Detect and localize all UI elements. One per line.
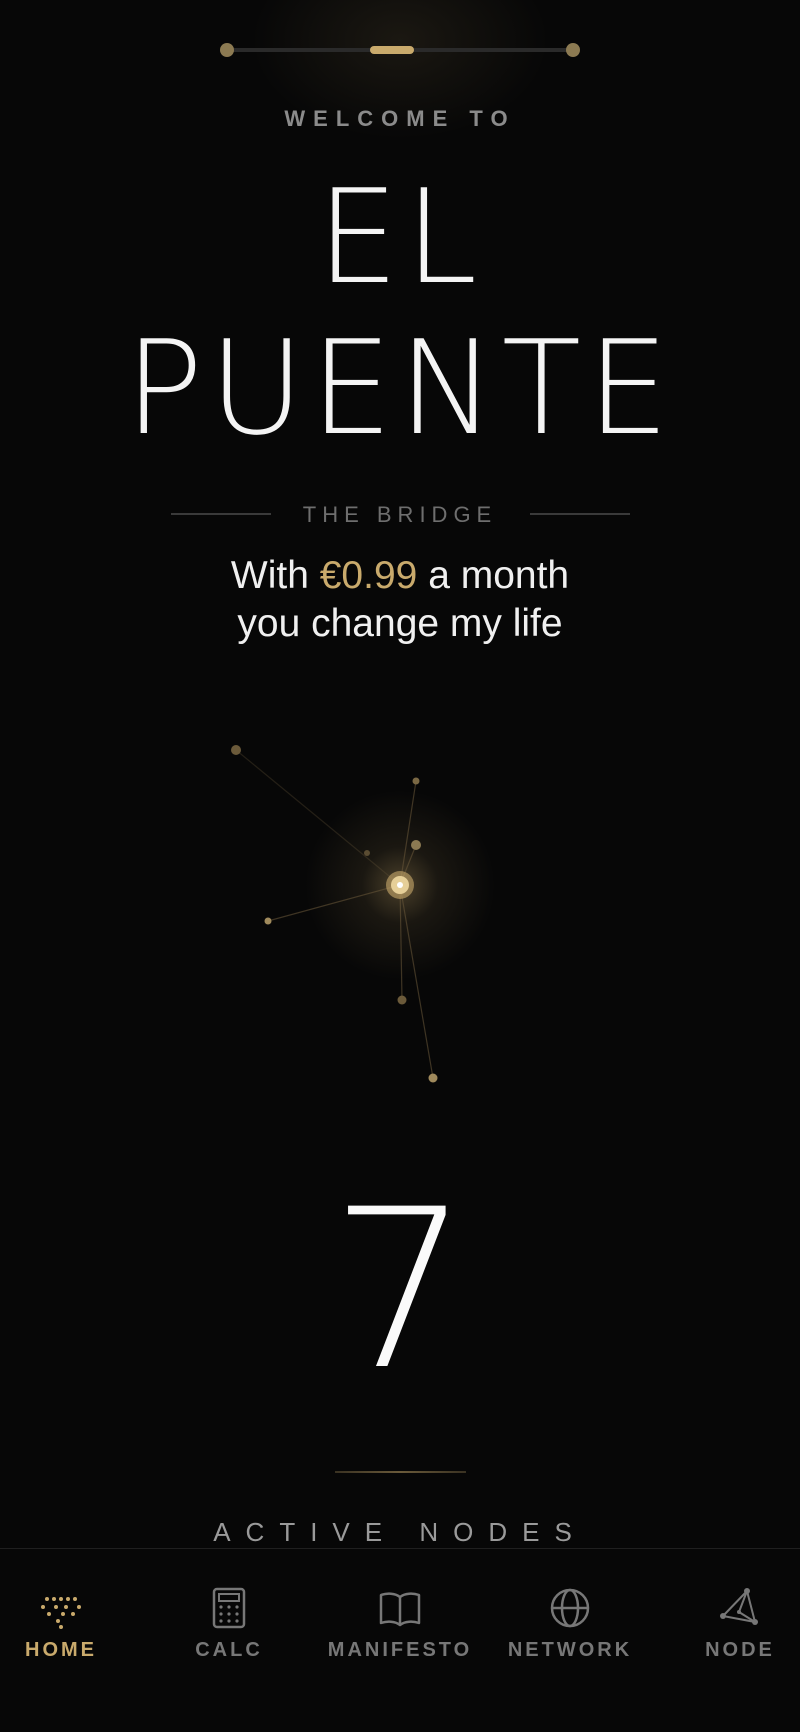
network-node (411, 840, 421, 850)
calculator-icon (212, 1587, 246, 1629)
node-network-graphic (231, 745, 495, 1083)
price-text: €0.99 (319, 554, 418, 597)
network-node (264, 917, 272, 925)
network-node (397, 995, 407, 1005)
progress-active-indicator[interactable] (370, 46, 414, 54)
network-node (428, 1073, 438, 1083)
nav-item-node[interactable]: NODE (660, 1549, 800, 1732)
progress-dot-start[interactable] (220, 43, 234, 57)
nav-label-calc: CALC (195, 1639, 263, 1661)
globe-icon (550, 1588, 590, 1628)
nav-label-node: NODE (705, 1639, 775, 1661)
tagline-prefix: With (230, 554, 309, 597)
bottom-nav: HOME CALC MANIFESTO NETWORK NODE (0, 1548, 800, 1732)
active-nodes-count: 7 (330, 1162, 470, 1418)
nav-label-home: HOME (25, 1639, 97, 1661)
progress-dot-end[interactable] (566, 43, 580, 57)
home-dots-icon (41, 1597, 81, 1629)
node-graph-icon (720, 1588, 758, 1625)
nav-item-calc[interactable]: CALC (149, 1549, 309, 1732)
welcome-label: WELCOME TO (284, 106, 516, 131)
subtitle-row: THE BRIDGE (0, 500, 800, 530)
network-node (412, 777, 420, 785)
counter-divider (335, 1471, 466, 1473)
onboarding-progress (220, 43, 580, 57)
subtitle-divider-right (530, 513, 630, 515)
tagline-line-2: you change my life (237, 602, 563, 645)
nav-label-network: NETWORK (507, 1639, 633, 1661)
tagline-line-1: With €0.99 a month (0, 552, 800, 600)
title-line-1: EL (316, 161, 484, 313)
nav-item-network[interactable]: NETWORK (490, 1549, 650, 1732)
network-node (231, 745, 241, 755)
subtitle: THE BRIDGE (302, 502, 498, 527)
network-node (364, 850, 370, 856)
book-icon (379, 1592, 421, 1627)
active-nodes-label: ACTIVE NODES (213, 1517, 587, 1547)
nav-item-home[interactable]: HOME (0, 1549, 141, 1732)
title-line-2: PUENTE (124, 312, 676, 464)
nav-item-manifesto[interactable]: MANIFESTO (320, 1549, 480, 1732)
center-node-core (397, 882, 403, 888)
nav-label-manifesto: MANIFESTO (327, 1639, 473, 1661)
tagline-suffix: a month (428, 554, 570, 597)
